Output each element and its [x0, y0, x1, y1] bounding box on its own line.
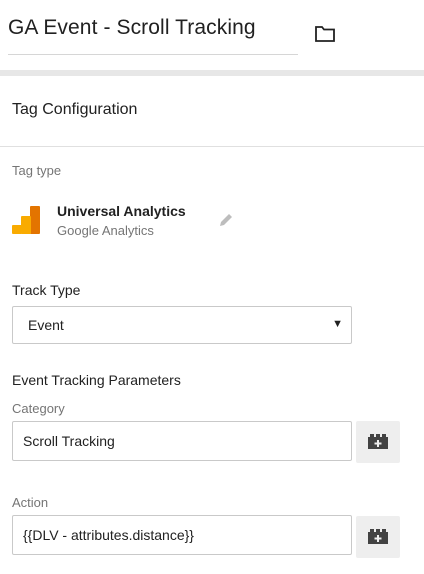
category-label: Category: [12, 401, 65, 416]
event-tracking-parameters-label: Event Tracking Parameters: [12, 372, 181, 388]
tag-name-underline: [8, 54, 298, 55]
dropdown-arrow-icon: ▼: [332, 318, 343, 330]
tag-configuration-title: Tag Configuration: [12, 101, 138, 118]
tag-header: GA Event - Scroll Tracking: [0, 0, 424, 70]
tag-type-name: Universal Analytics: [57, 203, 186, 219]
variable-brick-icon: [368, 434, 388, 449]
action-input[interactable]: [12, 515, 352, 555]
category-variable-button[interactable]: [356, 421, 400, 463]
category-input[interactable]: [12, 421, 352, 461]
tag-type-vendor: Google Analytics: [57, 223, 154, 238]
track-type-label: Track Type: [12, 282, 81, 298]
tag-type-label: Tag type: [12, 163, 62, 178]
tag-name-title[interactable]: GA Event - Scroll Tracking: [8, 16, 256, 40]
track-type-selected-value: Event: [28, 317, 64, 333]
google-analytics-logo-icon: [12, 206, 42, 234]
section-title-divider: [0, 146, 424, 147]
section-divider: [0, 70, 424, 76]
action-label: Action: [12, 495, 49, 510]
folder-icon[interactable]: [312, 22, 338, 46]
variable-brick-icon: [368, 529, 388, 544]
pencil-icon[interactable]: [216, 210, 236, 230]
action-variable-button[interactable]: [356, 516, 400, 558]
track-type-select[interactable]: Event ▼: [12, 306, 352, 344]
